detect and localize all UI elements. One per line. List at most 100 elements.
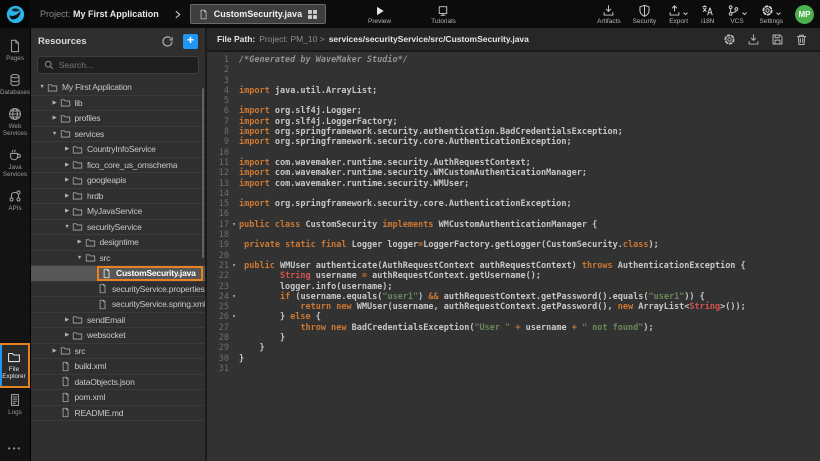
wavemaker-logo-icon[interactable]	[0, 0, 30, 28]
tree-item-label: websocket	[87, 330, 125, 340]
expand-arrow[interactable]: ▶	[50, 100, 60, 106]
tree-item-designtime[interactable]: ▶designtime	[31, 235, 205, 251]
save-file-button[interactable]	[771, 33, 784, 46]
expand-arrow[interactable]: ▶	[62, 162, 72, 168]
export-button[interactable]: Export	[668, 4, 689, 25]
resources-panel: Resources + ▼My First Application▶lib▶pr…	[30, 28, 207, 461]
download-file-button[interactable]	[747, 33, 760, 46]
tree-item-hrdb[interactable]: ▶hrdb	[31, 189, 205, 205]
folder-icon	[85, 252, 96, 263]
fold-gutter	[229, 76, 239, 86]
code-line: 18	[207, 230, 820, 240]
tree-item-lib[interactable]: ▶lib	[31, 96, 205, 112]
tree-item-label: services	[75, 129, 105, 139]
expand-arrow[interactable]: ▶	[62, 317, 72, 323]
preview-button[interactable]: Preview	[368, 4, 391, 25]
grid-icon[interactable]	[307, 9, 318, 20]
tree-item-securityservice-properties[interactable]: securityService.properties	[31, 282, 205, 298]
tab-customsecurity-java[interactable]: CustomSecurity.java	[190, 4, 326, 24]
security-button[interactable]: Security	[633, 4, 656, 25]
more-menu-button[interactable]: •••	[8, 444, 22, 453]
settings-button[interactable]: Settings	[760, 4, 784, 25]
tree-item-build-xml[interactable]: build.xml	[31, 359, 205, 375]
code-line: 20	[207, 251, 820, 261]
tree-item-src[interactable]: ▶src	[31, 344, 205, 360]
tree-item-dataobjects-json[interactable]: dataObjects.json	[31, 375, 205, 391]
tree-item-readme-md[interactable]: README.md	[31, 406, 205, 422]
user-avatar[interactable]: MP	[795, 5, 814, 24]
vcs-button[interactable]: VCS	[727, 4, 748, 25]
sidebar-item-pages[interactable]: Pages	[0, 34, 30, 68]
code-line: 15import org.springframework.security.co…	[207, 199, 820, 209]
folder-icon	[72, 144, 83, 155]
code-line: 3	[207, 76, 820, 86]
file-icon	[97, 299, 108, 310]
expand-arrow[interactable]: ▶	[75, 239, 85, 245]
sidebar-item-apis[interactable]: APIs	[0, 184, 30, 218]
collapse-arrow[interactable]: ▼	[62, 224, 72, 230]
code-line: 27 throw new BadCredentialsException("Us…	[207, 323, 820, 333]
search-input[interactable]	[59, 60, 192, 70]
tree-item-fico-core-us-omschema[interactable]: ▶fico_core_us_omschema	[31, 158, 205, 174]
collapse-arrow[interactable]: ▼	[75, 255, 85, 261]
code-view[interactable]: 1/*Generated by WaveMaker Studio*/234imp…	[207, 52, 820, 461]
tree-item-content: sendEmail	[72, 314, 125, 325]
tree-item-googleapis[interactable]: ▶googleapis	[31, 173, 205, 189]
sidebar-item-logs[interactable]: Logs	[0, 388, 30, 422]
tree-item-content: dataObjects.json	[60, 376, 135, 387]
expand-arrow[interactable]: ▶	[50, 348, 60, 354]
collapse-arrow[interactable]: ▼	[50, 131, 60, 137]
code-text: logger.info(username);	[239, 282, 393, 292]
tree-item-label: CountryInfoService	[87, 144, 156, 154]
delete-file-button[interactable]	[795, 33, 808, 46]
tree-item-myjavaservice[interactable]: ▶MyJavaService	[31, 204, 205, 220]
expand-arrow[interactable]: ▶	[62, 332, 72, 338]
tree-item-my-first-application[interactable]: ▼ My First Application	[31, 80, 205, 96]
tree-item-countryinfoservice[interactable]: ▶ CountryInfoService	[31, 142, 205, 158]
project-label: Project:	[40, 9, 71, 19]
tree-item-securityservice[interactable]: ▼securityService	[31, 220, 205, 236]
tree-item-sendemail[interactable]: ▶sendEmail	[31, 313, 205, 329]
fold-arrow-icon[interactable]: ▾	[229, 312, 239, 322]
line-number: 22	[207, 271, 229, 281]
fold-arrow-icon[interactable]: ▾	[229, 292, 239, 302]
folder-icon	[72, 330, 83, 341]
tree-item-src[interactable]: ▼src	[31, 251, 205, 267]
sidebar-item-file-explorer[interactable]: File Explorer	[0, 343, 30, 388]
play-icon	[374, 5, 386, 17]
line-number: 16	[207, 209, 229, 219]
fold-gutter	[229, 148, 239, 158]
tree-item-pom-xml[interactable]: pom.xml	[31, 390, 205, 406]
editor-settings-button[interactable]	[723, 33, 736, 46]
i18n-button[interactable]: i18N	[701, 4, 714, 25]
tree-item-label: My First Application	[62, 82, 132, 92]
tab-label: CustomSecurity.java	[214, 9, 302, 19]
sidebar-item-java-services[interactable]: Java Services	[0, 143, 30, 184]
expand-arrow[interactable]: ▶	[50, 115, 60, 121]
artifacts-button[interactable]: Artifacts	[597, 4, 620, 25]
line-number: 11	[207, 158, 229, 168]
tutorials-button[interactable]: Tutorials	[431, 4, 456, 25]
expand-arrow[interactable]: ▶	[62, 177, 72, 183]
tree-item-websocket[interactable]: ▶ websocket	[31, 328, 205, 344]
expand-arrow[interactable]: ▶	[62, 146, 72, 152]
project-name[interactable]: My First Application	[73, 9, 159, 19]
collapse-arrow[interactable]: ▼	[37, 84, 47, 90]
tree-item-customsecurity-java[interactable]: CustomSecurity.java	[31, 266, 205, 282]
tree-item-content: websocket	[72, 330, 125, 341]
sidebar-item-web-services[interactable]: Web Services	[0, 102, 30, 143]
tree-item-services[interactable]: ▼ services	[31, 127, 205, 143]
expand-arrow[interactable]: ▶	[62, 208, 72, 214]
fold-arrow-icon[interactable]: ▾	[229, 220, 239, 230]
search-icon	[44, 60, 54, 70]
fold-arrow-icon[interactable]: ▾	[229, 261, 239, 271]
refresh-button[interactable]	[161, 35, 174, 48]
vcs-icon	[727, 4, 740, 17]
download-icon	[747, 33, 760, 46]
tree-item-profiles[interactable]: ▶profiles	[31, 111, 205, 127]
tree-item-securityservice-spring-xml[interactable]: securityService.spring.xml	[31, 297, 205, 313]
add-resource-button[interactable]: +	[183, 34, 198, 49]
sidebar-item-databases[interactable]: Databases	[0, 68, 30, 102]
expand-arrow[interactable]: ▶	[62, 193, 72, 199]
panel-scrollbar[interactable]	[202, 88, 204, 258]
